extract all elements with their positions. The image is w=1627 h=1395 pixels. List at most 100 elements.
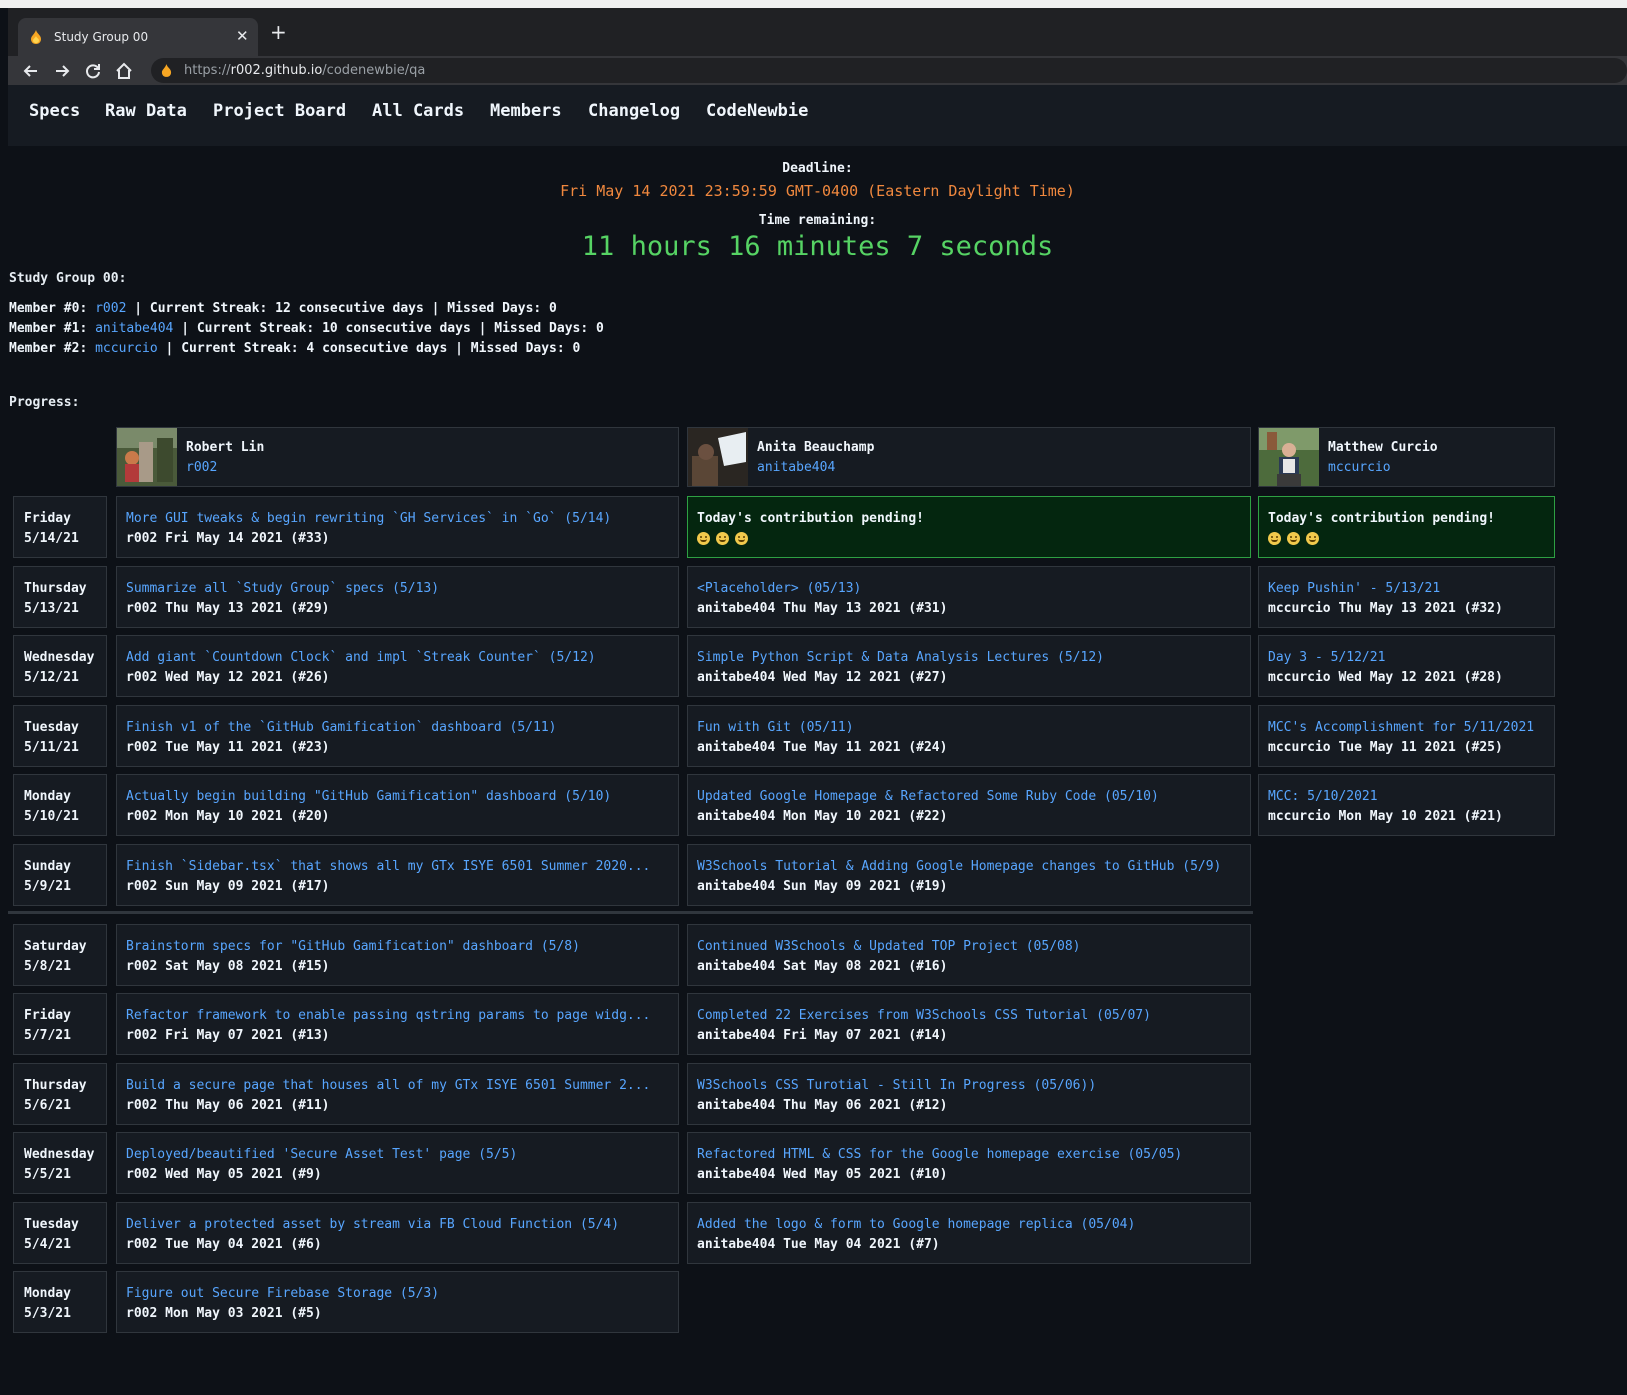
emoji-row [1268,529,1554,549]
contribution-link[interactable]: Build a secure page that houses all of m… [126,1076,678,1096]
contribution-link[interactable]: Keep Pushin' - 5/13/21 [1268,579,1554,599]
address-bar[interactable]: https://r002.github.io/codenewbie/qa [151,58,1627,83]
contribution-link[interactable]: Finish `Sidebar.tsx` that shows all my G… [126,857,678,877]
contribution-link[interactable]: Continued W3Schools & Updated TOP Projec… [697,937,1250,957]
member-card-robert: Robert Lin r002 [116,427,679,487]
top-nav: Specs Raw Data Project Board All Cards M… [8,85,1627,146]
contribution-link[interactable]: More GUI tweaks & begin rewriting `GH Se… [126,509,678,529]
new-tab-icon[interactable]: + [270,22,287,42]
contribution-card: Add giant `Countdown Clock` and impl `St… [116,635,679,697]
contribution-link[interactable]: W3Schools Tutorial & Adding Google Homep… [697,857,1250,877]
nav-project-board[interactable]: Project Board [213,101,346,121]
contribution-link[interactable]: Completed 22 Exercises from W3Schools CS… [697,1006,1250,1026]
contribution-link[interactable]: Actually begin building "GitHub Gamifica… [126,787,678,807]
member-handle-link[interactable]: r002 [186,460,217,475]
contribution-link[interactable]: Fun with Git (05/11) [697,718,1250,738]
contribution-link[interactable]: Add giant `Countdown Clock` and impl `St… [126,648,678,668]
contribution-meta: r002 Tue May 11 2021 (#23) [126,740,330,755]
contribution-link[interactable]: Finish v1 of the `GitHub Gamification` d… [126,718,678,738]
smile-emoji-icon [1306,532,1319,545]
contribution-card: Completed 22 Exercises from W3Schools CS… [687,993,1251,1055]
study-group-title: Study Group 00: [9,271,127,286]
grin-emoji-icon [1268,532,1281,545]
close-tab-icon[interactable]: ✕ [236,27,249,45]
contribution-meta: anitabe404 Tue May 11 2021 (#24) [697,740,948,755]
day-date: 5/4/21 [24,1237,71,1252]
day-label: Wednesday 5/5/21 [13,1132,107,1194]
contribution-link[interactable]: <Placeholder> (05/13) [697,579,1250,599]
contribution-card: Refactor framework to enable passing qst… [116,993,679,1055]
browser-tab[interactable]: Study Group 00 ✕ [18,18,258,56]
contribution-link[interactable]: Added the logo & form to Google homepage… [697,1215,1250,1235]
back-icon[interactable] [20,60,42,82]
member-handle-link[interactable]: anitabe404 [95,321,173,336]
contribution-link[interactable]: Summarize all `Study Group` specs (5/13) [126,579,678,599]
contribution-link[interactable]: Updated Google Homepage & Refactored Som… [697,787,1250,807]
day-label: Friday 5/14/21 [13,496,107,558]
laugh-emoji-icon [716,532,729,545]
day-label: Monday 5/10/21 [13,774,107,836]
contribution-link[interactable]: Brainstorm specs for "GitHub Gamificatio… [126,937,678,957]
contribution-link[interactable]: Deployed/beautified 'Secure Asset Test' … [126,1145,678,1165]
contribution-meta: mccurcio Tue May 11 2021 (#25) [1268,740,1503,755]
nav-specs[interactable]: Specs [29,101,80,121]
contribution-meta: anitabe404 Tue May 04 2021 (#7) [697,1237,940,1252]
member-handle-link[interactable]: r002 [95,301,126,316]
member-handle-link[interactable]: anitabe404 [757,460,835,475]
contribution-meta: mccurcio Thu May 13 2021 (#32) [1268,601,1503,616]
contribution-meta: anitabe404 Fri May 07 2021 (#14) [697,1028,948,1043]
nav-codenewbie[interactable]: CodeNewbie [706,101,808,121]
time-remaining-label: Time remaining: [758,213,877,228]
nav-members[interactable]: Members [490,101,562,121]
avatar [117,428,177,486]
contribution-link[interactable]: MCC: 5/10/2021 [1268,787,1554,807]
countdown-clock: 11 hours 16 minutes 7 seconds [581,231,1054,262]
member-handle-link[interactable]: mccurcio [1328,460,1391,475]
pending-card: Today's contribution pending! [687,496,1251,558]
contribution-link[interactable]: MCC's Accomplishment for 5/11/2021 [1268,718,1554,738]
member-line: Member #1: anitabe404 | Current Streak: … [9,321,604,336]
home-icon[interactable] [113,60,135,82]
contribution-link[interactable]: W3Schools CSS Turotial - Still In Progre… [697,1076,1250,1096]
contribution-link[interactable]: Day 3 - 5/12/21 [1268,648,1554,668]
forward-icon[interactable] [51,60,73,82]
contribution-card: Day 3 - 5/12/21 mccurcio Wed May 12 2021 … [1258,635,1555,697]
nav-raw-data[interactable]: Raw Data [105,101,187,121]
contribution-link[interactable]: Deliver a protected asset by stream via … [126,1215,678,1235]
contribution-meta: r002 Wed May 05 2021 (#9) [126,1167,322,1182]
member-card-matthew: Matthew Curcio mccurcio [1258,427,1555,487]
day-name: Wednesday [24,1147,95,1162]
member-card-anita: Anita Beauchamp anitabe404 [687,427,1251,487]
browser-toolbar: https://r002.github.io/codenewbie/qa [8,56,1627,85]
nav-changelog[interactable]: Changelog [588,101,680,121]
contribution-link[interactable]: Figure out Secure Firebase Storage (5/3) [126,1284,678,1304]
day-date: 5/10/21 [24,809,79,824]
contribution-meta: anitabe404 Wed May 05 2021 (#10) [697,1167,948,1182]
contribution-meta: anitabe404 Sun May 09 2021 (#19) [697,879,948,894]
contribution-link[interactable]: Simple Python Script & Data Analysis Lec… [697,648,1250,668]
contribution-link[interactable]: Refactored HTML & CSS for the Google hom… [697,1145,1250,1165]
contribution-card: Added the logo & form to Google homepage… [687,1202,1251,1264]
reload-icon[interactable] [82,60,104,82]
day-date: 5/9/21 [24,879,71,894]
contribution-card: Keep Pushin' - 5/13/21 mccurcio Thu May 1… [1258,566,1555,628]
flame-icon [31,30,41,44]
contribution-link[interactable]: Refactor framework to enable passing qst… [126,1006,678,1026]
browser-chrome: Study Group 00 ✕ + https://r002.github.i… [8,8,1627,85]
member-handle-link[interactable]: mccurcio [95,341,158,356]
member-name: Matthew Curcio [1328,440,1438,455]
page-content: Specs Raw Data Project Board All Cards M… [8,85,1627,1395]
nav-all-cards[interactable]: All Cards [372,101,464,121]
day-label: Monday 5/3/21 [13,1271,107,1333]
grin-emoji-icon [697,532,710,545]
day-date: 5/8/21 [24,959,71,974]
emoji-row [697,529,1250,549]
contribution-meta: anitabe404 Sat May 08 2021 (#16) [697,959,948,974]
day-name: Wednesday [24,650,95,665]
contribution-meta: r002 Fri May 14 2021 (#33) [126,531,330,546]
contribution-card: Brainstorm specs for "GitHub Gamificatio… [116,924,679,986]
member-line: Member #0: r002 | Current Streak: 12 con… [9,301,557,316]
pending-card: Today's contribution pending! [1258,496,1555,558]
day-date: 5/6/21 [24,1098,71,1113]
contribution-meta: r002 Mon May 03 2021 (#5) [126,1306,322,1321]
